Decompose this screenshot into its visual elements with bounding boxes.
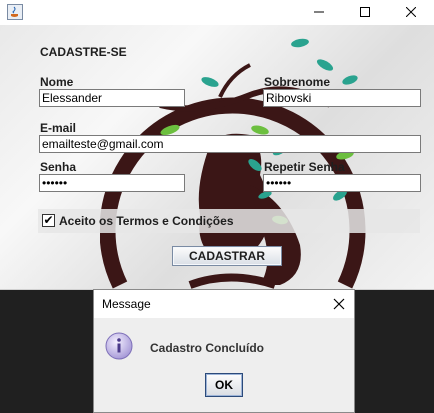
minimize-icon <box>314 11 324 13</box>
repetir-senha-label: Repetir Senha <box>264 160 345 174</box>
senha-field[interactable]: •••••• <box>39 174 185 192</box>
repetir-senha-field[interactable]: •••••• <box>263 174 421 192</box>
message-dialog: Message Cadastro Concluído OK <box>93 289 355 413</box>
terms-checkbox[interactable]: ✔ <box>42 214 55 227</box>
sobrenome-label: Sobrenome <box>264 75 331 89</box>
sobrenome-field[interactable]: Ribovski <box>263 89 421 107</box>
ok-button[interactable]: OK <box>205 373 243 397</box>
minimize-button[interactable] <box>296 0 342 25</box>
nome-field[interactable]: Elessander <box>39 89 185 107</box>
terms-row: ✔ Aceito os Termos e Condições <box>38 209 420 233</box>
email-label: E-mail <box>40 121 77 135</box>
main-window: CADASTRE-SE Nome Elessander Sobrenome Ri… <box>0 0 434 290</box>
maximize-button[interactable] <box>342 0 388 25</box>
form-panel: CADASTRE-SE Nome Elessander Sobrenome Ri… <box>0 25 434 289</box>
close-button[interactable] <box>388 0 434 25</box>
dialog-title: Message <box>102 297 151 311</box>
close-icon[interactable] <box>332 297 346 311</box>
dialog-message: Cadastro Concluído <box>150 341 265 355</box>
nome-label: Nome <box>40 75 74 89</box>
terms-label[interactable]: Aceito os Termos e Condições <box>59 214 234 228</box>
email-field[interactable]: emailteste@gmail.com <box>39 135 421 153</box>
dialog-title-bar: Message <box>94 290 354 318</box>
form-heading: CADASTRE-SE <box>40 45 127 59</box>
java-cup-icon <box>7 4 23 20</box>
cadastrar-button[interactable]: CADASTRAR <box>172 246 282 266</box>
maximize-icon <box>360 7 370 17</box>
close-icon <box>406 7 416 17</box>
dialog-body: Cadastro Concluído OK <box>94 318 354 412</box>
title-bar <box>0 0 434 25</box>
info-icon <box>105 332 133 360</box>
senha-label: Senha <box>40 160 77 174</box>
